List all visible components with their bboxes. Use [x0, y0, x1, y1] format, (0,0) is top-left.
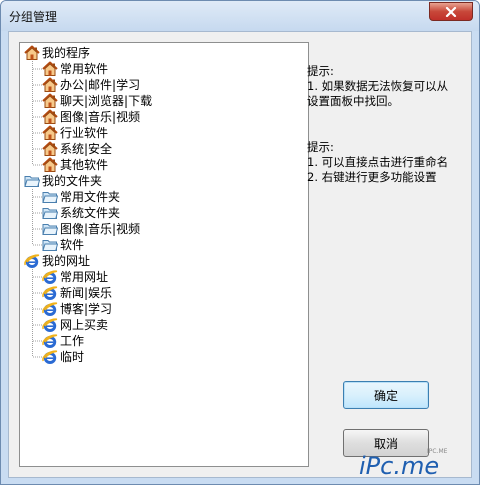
tree-node-label: 行业软件	[60, 126, 109, 140]
tree-node-label: 系统|安全	[60, 142, 113, 156]
tree-node-label: 新闻|娱乐	[60, 286, 113, 300]
internet-explorer-icon	[42, 270, 58, 284]
ipc-me-watermark-logo: IPC.ME iPc.me	[359, 448, 448, 479]
tree-group-home[interactable]: 我的程序	[24, 45, 90, 61]
tree-node-label: 图像|音乐|视频	[60, 110, 141, 124]
tree-node-label: 其他软件	[60, 158, 109, 172]
tip-recover: 提示: 1. 如果数据无法恢复可以从 设置面板中找回。	[307, 64, 448, 109]
tree-group-folder[interactable]: 我的文件夹	[24, 173, 102, 189]
ok-button[interactable]: 确定	[343, 381, 429, 409]
tip-recover-line-2: 设置面板中找回。	[307, 94, 399, 108]
window-title: 分组管理	[9, 10, 58, 24]
tree-node-label: 我的网址	[42, 254, 91, 268]
home-icon	[42, 157, 58, 172]
tree-item[interactable]: 临时	[42, 349, 84, 365]
close-icon	[445, 6, 457, 17]
folder-icon	[42, 192, 58, 203]
tree-item[interactable]: 行业软件	[42, 125, 108, 141]
tree-item[interactable]: 网上买卖	[42, 317, 108, 333]
title-bar[interactable]: 分组管理	[1, 1, 479, 31]
tree-node-label: 系统文件夹	[60, 206, 121, 220]
tip-recover-line-1: 1. 如果数据无法恢复可以从	[307, 79, 449, 93]
tree-node-label: 图像|音乐|视频	[60, 222, 141, 236]
internet-explorer-icon	[42, 350, 58, 364]
tree-node-label: 聊天|浏览器|下载	[60, 94, 153, 108]
tree-node-label: 我的文件夹	[42, 174, 103, 188]
dialog-client-area: 我的程序常用软件办公|邮件|学习 聊天|浏览器|下载 图像|音乐|视频 行业软件系统|…	[8, 31, 472, 478]
home-icon	[24, 45, 40, 60]
home-icon	[42, 61, 58, 76]
tip-rename-line-1: 1. 可以直接点击进行重命名	[307, 155, 449, 169]
tree-item[interactable]: 博客|学习	[42, 301, 112, 317]
internet-explorer-icon	[42, 302, 58, 316]
tree-node-label: 博客|学习	[60, 302, 113, 316]
tree-node-label: 软件	[60, 238, 85, 252]
tree-node-label: 办公|邮件|学习	[60, 78, 141, 92]
tree-group-ie[interactable]: 我的网址	[24, 253, 90, 269]
tree-item[interactable]: 图像|音乐|视频	[42, 221, 140, 237]
internet-explorer-icon	[42, 318, 58, 332]
tree-item[interactable]: 办公|邮件|学习	[42, 77, 140, 93]
group-tree[interactable]: 我的程序常用软件办公|邮件|学习 聊天|浏览器|下载 图像|音乐|视频 行业软件系统|…	[19, 42, 309, 467]
tree-item[interactable]: 常用网址	[42, 269, 108, 285]
internet-explorer-icon	[42, 286, 58, 300]
tree-item[interactable]: 常用软件	[42, 61, 108, 77]
home-icon	[42, 125, 58, 140]
tree-item[interactable]: 图像|音乐|视频	[42, 109, 140, 125]
watermark-text: iPc.me	[359, 452, 439, 479]
folder-icon	[24, 176, 40, 187]
group-manager-window: 分组管理 我的程序常用软件办公|邮件|学习 聊天|浏览器|下载 图像|音乐|视频 行业…	[0, 0, 480, 485]
tree-node-label: 常用网址	[60, 270, 109, 284]
tree-item[interactable]: 工作	[42, 333, 84, 349]
tree-node-label: 网上买卖	[60, 318, 109, 332]
tree-item[interactable]: 新闻|娱乐	[42, 285, 112, 301]
tree-item[interactable]: 聊天|浏览器|下载	[42, 93, 152, 109]
internet-explorer-icon	[42, 334, 58, 348]
internet-explorer-icon	[24, 254, 40, 268]
folder-icon	[42, 208, 58, 219]
tree-node-label: 常用软件	[60, 62, 109, 76]
tree-item[interactable]: 常用文件夹	[42, 189, 120, 205]
home-icon	[42, 109, 58, 124]
folder-icon	[42, 224, 58, 235]
tree-node-label: 临时	[60, 350, 85, 364]
close-button[interactable]	[429, 2, 473, 21]
tip-rename: 提示: 1. 可以直接点击进行重命名 2. 右键进行更多功能设置	[307, 140, 448, 185]
tip-rename-title: 提示:	[307, 140, 334, 154]
tree-node-label: 工作	[60, 334, 85, 348]
tree-item[interactable]: 软件	[42, 237, 84, 253]
home-icon	[42, 141, 58, 156]
tree-item[interactable]: 系统文件夹	[42, 205, 120, 221]
tree-node-label: 常用文件夹	[60, 190, 121, 204]
tree-item[interactable]: 其他软件	[42, 157, 108, 173]
folder-icon	[42, 240, 58, 251]
tip-rename-line-2: 2. 右键进行更多功能设置	[307, 170, 437, 184]
tree-node-label: 我的程序	[42, 46, 91, 60]
tip-recover-title: 提示:	[307, 64, 334, 78]
home-icon	[42, 77, 58, 92]
tree-item[interactable]: 系统|安全	[42, 141, 112, 157]
home-icon	[42, 93, 58, 108]
